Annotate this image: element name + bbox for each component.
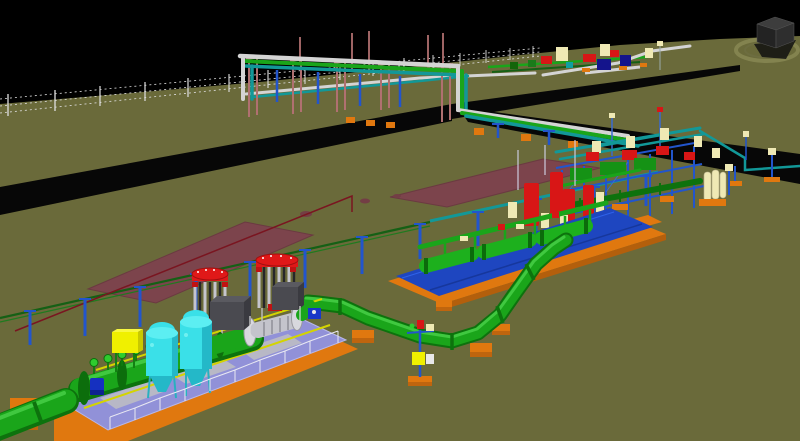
road-sleeper	[366, 120, 375, 126]
motor-box[interactable]	[210, 296, 251, 330]
road-sleeper	[346, 117, 355, 123]
junction-box	[412, 352, 425, 365]
motor-box[interactable]	[272, 282, 304, 310]
road-sleeper	[386, 122, 395, 128]
3d-viewport[interactable]	[0, 0, 800, 441]
instrument-box	[426, 354, 434, 364]
